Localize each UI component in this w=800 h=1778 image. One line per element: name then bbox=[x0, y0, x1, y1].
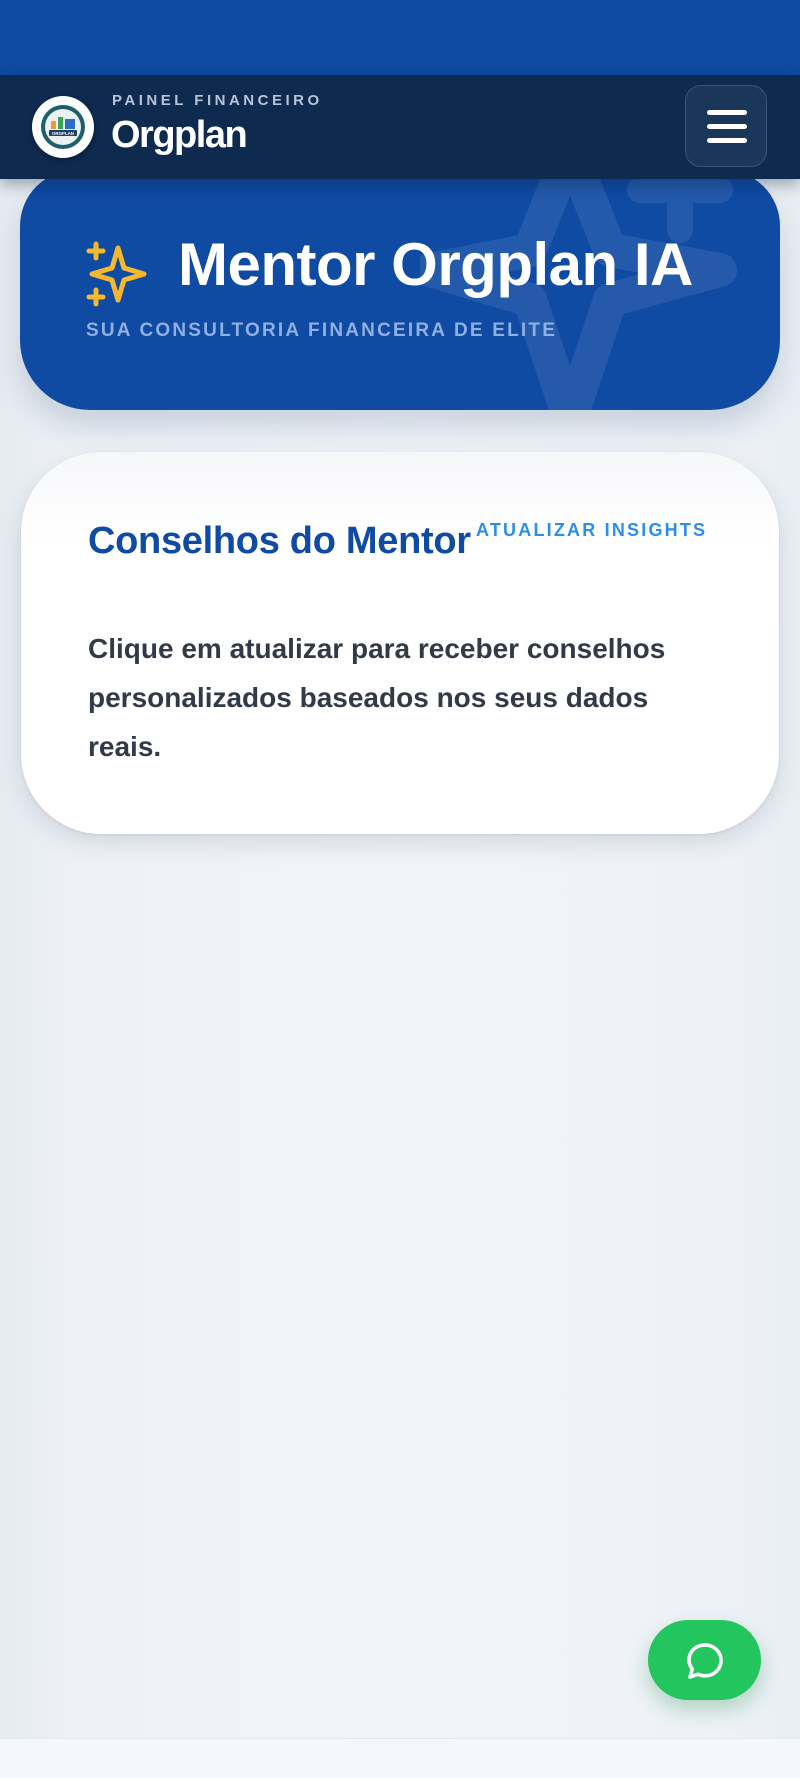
app-logo[interactable]: ORGPLAN bbox=[32, 96, 94, 158]
hamburger-menu-icon bbox=[707, 110, 747, 143]
menu-button[interactable] bbox=[685, 85, 767, 167]
hero-subtitle: SUA CONSULTORIA FINANCEIRA DE ELITE bbox=[86, 320, 558, 341]
hero-title: Mentor Orgplan IA bbox=[178, 231, 693, 298]
whatsapp-chat-button[interactable] bbox=[648, 1620, 761, 1700]
mentor-advice-card: Conselhos do Mentor ATUALIZAR INSIGHTS C… bbox=[21, 452, 779, 834]
status-bar bbox=[0, 0, 800, 75]
advice-message: Clique em atualizar para receber conselh… bbox=[88, 633, 666, 762]
hero-banner: Mentor Orgplan IA SUA CONSULTORIA FINANC… bbox=[20, 170, 780, 410]
bottom-navigation-area bbox=[0, 1738, 800, 1778]
logo-emblem-icon: ORGPLAN bbox=[41, 105, 85, 149]
sparkles-icon bbox=[86, 241, 147, 307]
header-kicker: PAINEL FINANCEIRO bbox=[112, 92, 323, 109]
logo-text: ORGPLAN bbox=[52, 131, 74, 136]
card-title: Conselhos do Mentor bbox=[88, 520, 471, 562]
top-app-bar: ORGPLAN PAINEL FINANCEIRO Orgplan bbox=[0, 75, 800, 179]
chat-bubble-icon bbox=[687, 1643, 723, 1679]
app-title: Orgplan bbox=[111, 114, 248, 156]
refresh-insights-button[interactable]: ATUALIZAR INSIGHTS bbox=[476, 520, 707, 541]
